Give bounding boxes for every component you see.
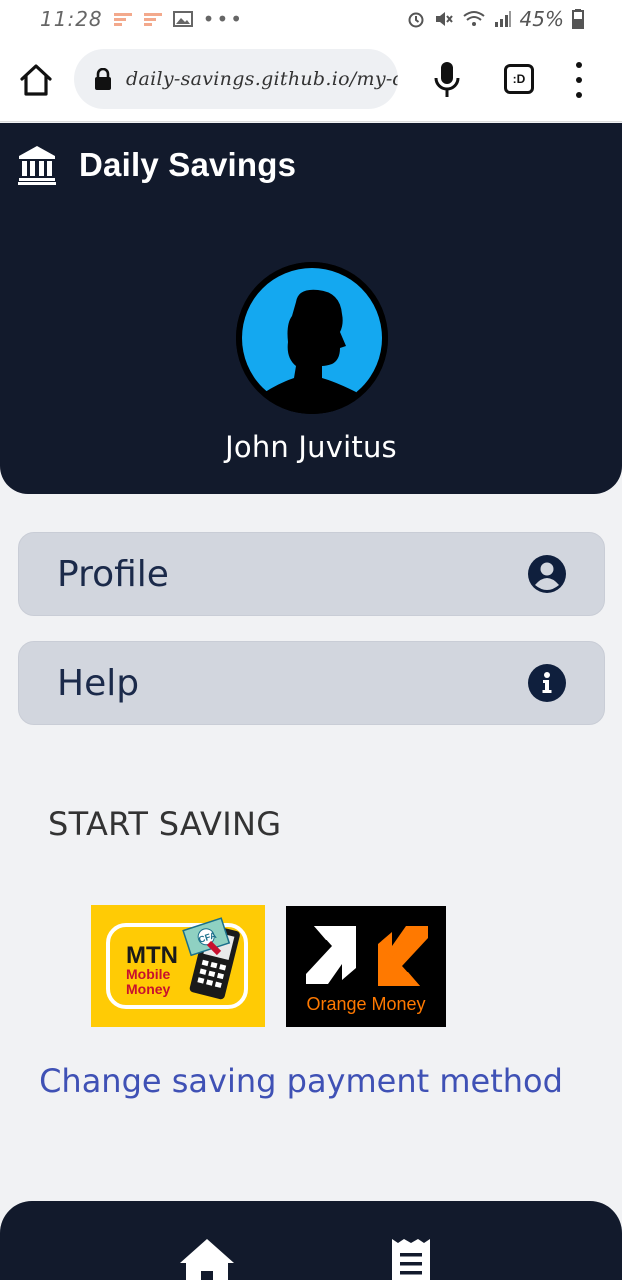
- microphone-icon[interactable]: [432, 60, 462, 100]
- tab-switcher-label: :D: [512, 72, 526, 86]
- battery-level: 45%: [519, 7, 564, 31]
- more-notifications-icon: •••: [202, 7, 245, 31]
- user-circle-icon: [528, 555, 566, 593]
- receipt-icon[interactable]: [390, 1237, 432, 1280]
- status-right: 45%: [406, 7, 584, 31]
- mute-icon: [435, 12, 453, 26]
- mtn-mobile-money-option[interactable]: MTN Mobile Money CFA: [91, 905, 265, 1027]
- gallery-icon: [172, 11, 193, 27]
- mtn-logo: MTN Mobile Money CFA: [106, 917, 248, 1009]
- info-circle-icon: [528, 664, 566, 702]
- profile-menu-item[interactable]: Profile: [18, 532, 605, 616]
- avatar[interactable]: [236, 262, 388, 414]
- profile-label: Profile: [57, 553, 169, 595]
- alarm-icon: [408, 12, 424, 28]
- help-label: Help: [57, 662, 140, 704]
- address-bar[interactable]: daily-savings.github.io/my-d: [74, 49, 398, 109]
- change-payment-method-link[interactable]: Change saving payment method: [0, 1062, 602, 1100]
- status-time: 11:28: [40, 7, 103, 31]
- url-text: daily-savings.github.io/my-d: [126, 68, 398, 90]
- mtn-line3: Money: [126, 981, 171, 997]
- bank-icon: [18, 146, 56, 185]
- notification-icon: [143, 13, 162, 26]
- orange-money-label: Orange Money: [306, 994, 426, 1014]
- brand[interactable]: Daily Savings: [18, 145, 296, 185]
- notification-icon: [113, 13, 132, 26]
- status-left: 11:28 •••: [40, 7, 244, 31]
- mtn-line1: MTN: [126, 942, 178, 969]
- browser-toolbar: daily-savings.github.io/my-d :D: [0, 38, 622, 122]
- browser-menu-icon[interactable]: [572, 62, 586, 98]
- user-name: John Juvitus: [225, 430, 397, 464]
- avatar-image: [236, 262, 388, 414]
- bottom-navigation: [0, 1201, 622, 1280]
- help-menu-item[interactable]: Help: [18, 641, 605, 725]
- wifi-icon: [462, 11, 485, 26]
- signal-icon: [494, 11, 511, 27]
- tab-switcher-button[interactable]: :D: [504, 64, 534, 94]
- app-header: Daily Savings John Juvitus: [0, 123, 622, 494]
- browser-home-icon[interactable]: [18, 62, 54, 98]
- lock-icon: [95, 68, 111, 90]
- status-bar: 11:28 ••• 45%: [0, 0, 622, 38]
- start-saving-heading: START SAVING: [48, 805, 282, 843]
- mtn-line2: Mobile: [126, 966, 171, 982]
- orange-money-option[interactable]: Orange Money: [286, 906, 446, 1027]
- home-icon[interactable]: [178, 1237, 236, 1280]
- battery-icon: [572, 9, 584, 29]
- app-title: Daily Savings: [79, 146, 297, 183]
